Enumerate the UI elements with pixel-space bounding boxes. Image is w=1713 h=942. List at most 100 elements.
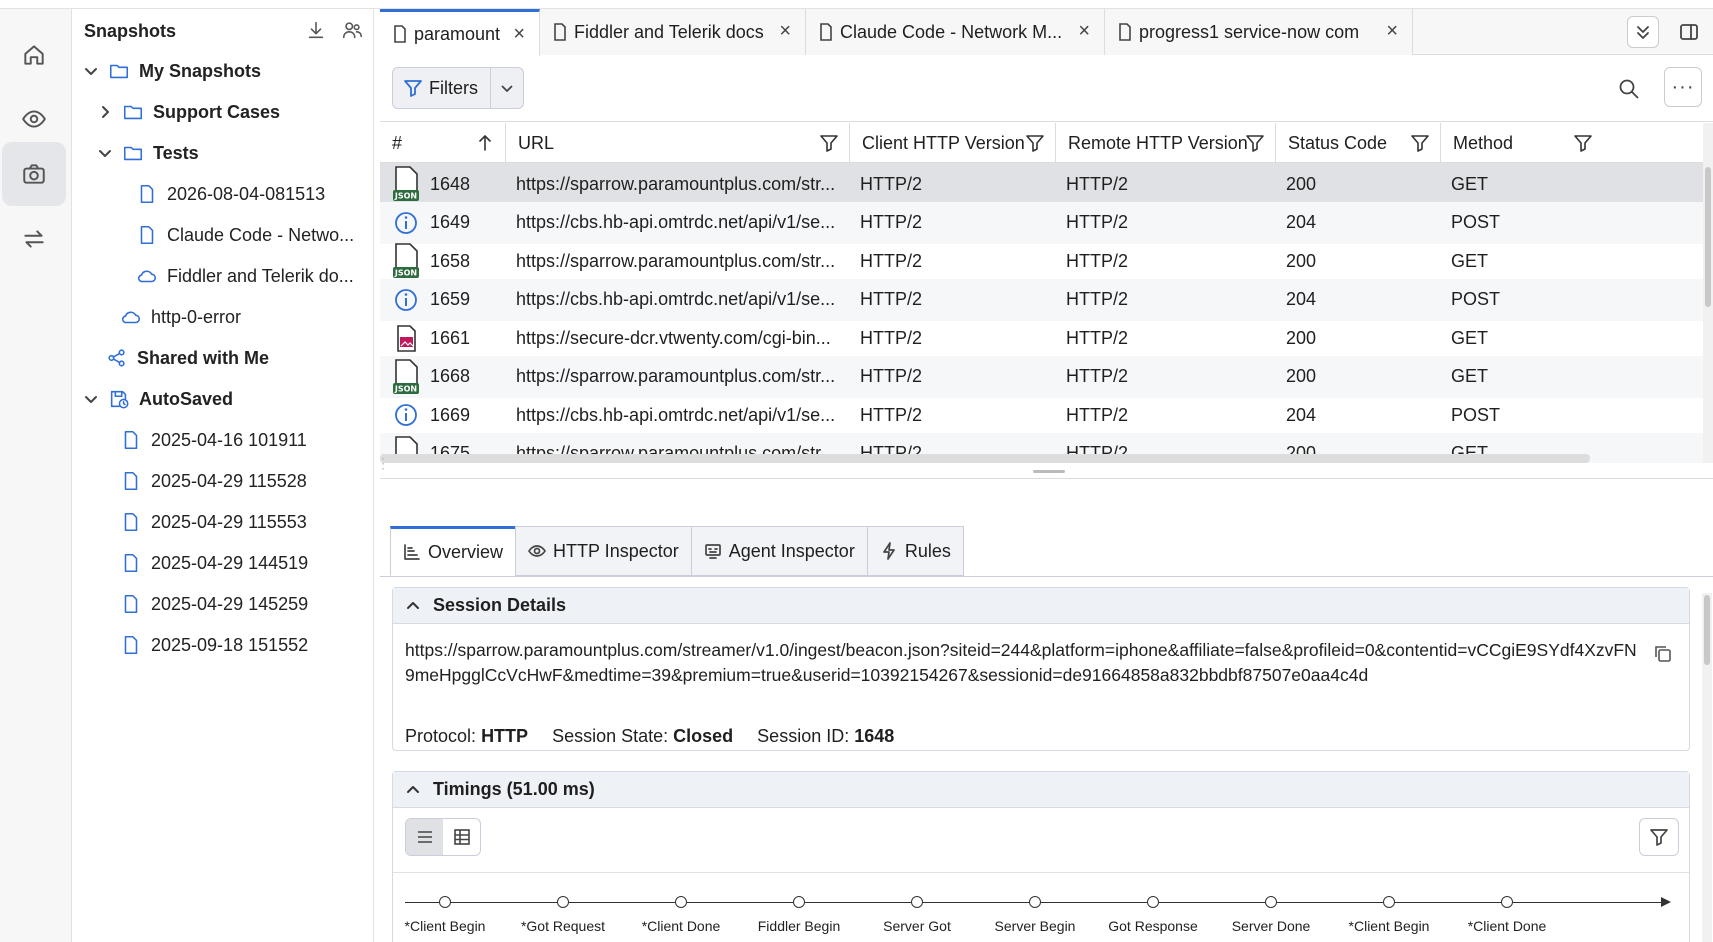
timeline-marker[interactable] [1265,896,1277,908]
list-view-button[interactable] [406,819,443,855]
timeline-marker[interactable] [1029,896,1041,908]
sort-ascending-icon[interactable] [475,133,495,153]
close-icon[interactable]: × [513,24,525,44]
close-icon[interactable]: × [779,21,791,41]
tree-item-snapshot[interactable]: 2025-04-29 115528 [120,461,307,501]
tab-rules[interactable]: Rules [866,526,964,576]
filters-main[interactable]: Filters [393,68,491,108]
chevron-down-icon [99,150,111,157]
timeline-marker[interactable] [793,896,805,908]
cell-url: https://cbs.hb-api.omtrdc.net/api/v1/se.… [516,289,836,309]
timings-header[interactable]: Timings (51.00 ms) [393,772,1689,808]
camera-icon [23,164,45,184]
table-row[interactable]: JSON 1668 https://sparrow.paramountplus.co… [380,355,1703,398]
tree-item-snapshot[interactable]: 2025-04-16 101911 [120,420,307,460]
filters-button[interactable]: Filters [392,67,524,109]
column-label: Client HTTP Version [862,132,1025,153]
folder-icon [123,146,143,161]
table-row[interactable]: 1669 https://cbs.hb-api.omtrdc.net/api/v1… [380,394,1703,436]
tab-fiddler-docs[interactable]: Fiddler and Telerik docs × [540,9,806,55]
tab-paramount[interactable]: paramount × [380,9,540,56]
table-row[interactable]: JSON 1648 https://sparrow.paramountplus.co… [380,163,1703,205]
filter-icon[interactable] [1025,133,1045,153]
cell-url: https://cbs.hb-api.omtrdc.net/api/v1/se.… [516,212,836,232]
table-row[interactable]: 1661 https://secure-dcr.vtwenty.com/cgi-b… [380,317,1703,359]
more-options-button[interactable]: ··· [1664,67,1702,107]
home-nav-button[interactable] [2,23,66,87]
filter-icon[interactable] [819,133,839,153]
tab-label: progress1 service-now com [1139,21,1360,42]
table-row[interactable]: 1659 https://cbs.hb-api.omtrdc.net/api/v1… [380,278,1703,321]
tab-label: Claude Code - Network M... [840,21,1063,42]
filter-icon[interactable] [1245,133,1265,153]
column-header-number[interactable]: # [380,123,506,163]
grid-horizontal-scrollbar[interactable] [380,454,1590,463]
import-icon[interactable] [305,19,327,41]
table-row[interactable]: 1649 https://cbs.hb-api.omtrdc.net/api/v1… [380,201,1703,244]
tree-item-label: 2025-04-29 144519 [151,552,309,573]
tree-item-my-snapshots[interactable]: My Snapshots [82,51,261,91]
tree-item-snapshot[interactable]: 2025-04-29 145259 [120,584,308,624]
tree-item-snapshot[interactable]: 2025-04-29 115553 [120,502,307,542]
tree-item-snapshot[interactable]: 2026-08-04-081513 [136,174,325,214]
column-header-status[interactable]: Status Code [1276,123,1441,163]
panel-splitter[interactable] [380,465,1713,479]
compose-nav-button[interactable] [2,207,66,271]
column-header-client-http[interactable]: Client HTTP Version [850,123,1056,163]
tree-item-snapshot[interactable]: 2025-09-18 151552 [120,625,308,665]
toggle-panel-button[interactable] [1673,16,1705,48]
tree-item-autosaved[interactable]: AutoSaved [82,379,233,419]
tab-progress1[interactable]: progress1 service-now com × [1105,9,1413,55]
filter-icon[interactable] [1573,133,1593,153]
column-header-url[interactable]: URL [506,123,850,163]
tab-claude-code[interactable]: Claude Code - Network M... × [806,9,1105,55]
tree-item-snapshot[interactable]: 2025-04-29 144519 [120,543,308,583]
tree-item-support-cases[interactable]: Support Cases [96,92,280,132]
tree-item-cloud-snapshot[interactable]: Fiddler and Telerik do... [136,256,354,296]
grid-toolbar: Filters ··· [380,56,1713,122]
inspector-scrollbar[interactable] [1702,593,1712,942]
share-users-icon[interactable] [341,19,363,41]
tree-item-snapshot[interactable]: Claude Code - Netwo... [136,215,354,255]
session-details-header[interactable]: Session Details [393,588,1689,624]
splitter-grip[interactable] [1033,470,1065,473]
timeline-marker[interactable] [1383,896,1395,908]
timings-filter-button[interactable] [1639,818,1679,856]
file-icon [1119,23,1131,41]
timeline-marker[interactable] [675,896,687,908]
tab-label: Agent Inspector [728,540,855,561]
tree-item-cloud-snapshot[interactable]: http-0-error [120,297,241,337]
filters-dropdown[interactable] [491,78,523,98]
timeline-marker[interactable] [911,896,923,908]
filter-icon [1650,829,1668,846]
cell-id: 1668 [430,366,471,386]
column-header-method[interactable]: Method [1441,123,1603,163]
cell-method: GET [1451,250,1489,271]
cell-id: 1658 [430,250,471,271]
tree-item-tests[interactable]: Tests [96,133,199,173]
timeline-marker[interactable] [557,896,569,908]
tab-overflow-button[interactable] [1627,16,1659,48]
sidebar-resize-grip[interactable]: ⋮ [376,455,390,505]
search-icon[interactable] [1618,78,1640,100]
copy-icon[interactable] [1653,644,1673,664]
table-view-button[interactable] [443,819,480,855]
split-panel-icon [1680,24,1698,40]
tab-overview[interactable]: Overview [390,526,516,576]
timeline-marker[interactable] [1147,896,1159,908]
timeline-marker[interactable] [1501,896,1513,908]
scroll-thumb[interactable] [1704,595,1710,665]
tab-http-inspector[interactable]: HTTP Inspector [515,526,691,576]
column-header-remote-http[interactable]: Remote HTTP Version [1056,123,1276,163]
close-icon[interactable]: × [1386,21,1398,41]
timeline-marker[interactable] [439,896,451,908]
tree-item-shared-with-me[interactable]: Shared with Me [106,338,269,378]
tab-agent-inspector[interactable]: Agent Inspector [690,526,867,576]
grid-vertical-scrollbar[interactable] [1703,123,1713,463]
session-url: https://sparrow.paramountplus.com/stream… [405,640,1637,685]
scroll-thumb[interactable] [1705,167,1711,307]
filter-icon[interactable] [1410,133,1430,153]
close-icon[interactable]: × [1078,21,1090,41]
snapshots-nav-button[interactable] [2,142,66,206]
table-row[interactable]: JSON 1658 https://sparrow.paramountplus.co… [380,240,1703,282]
